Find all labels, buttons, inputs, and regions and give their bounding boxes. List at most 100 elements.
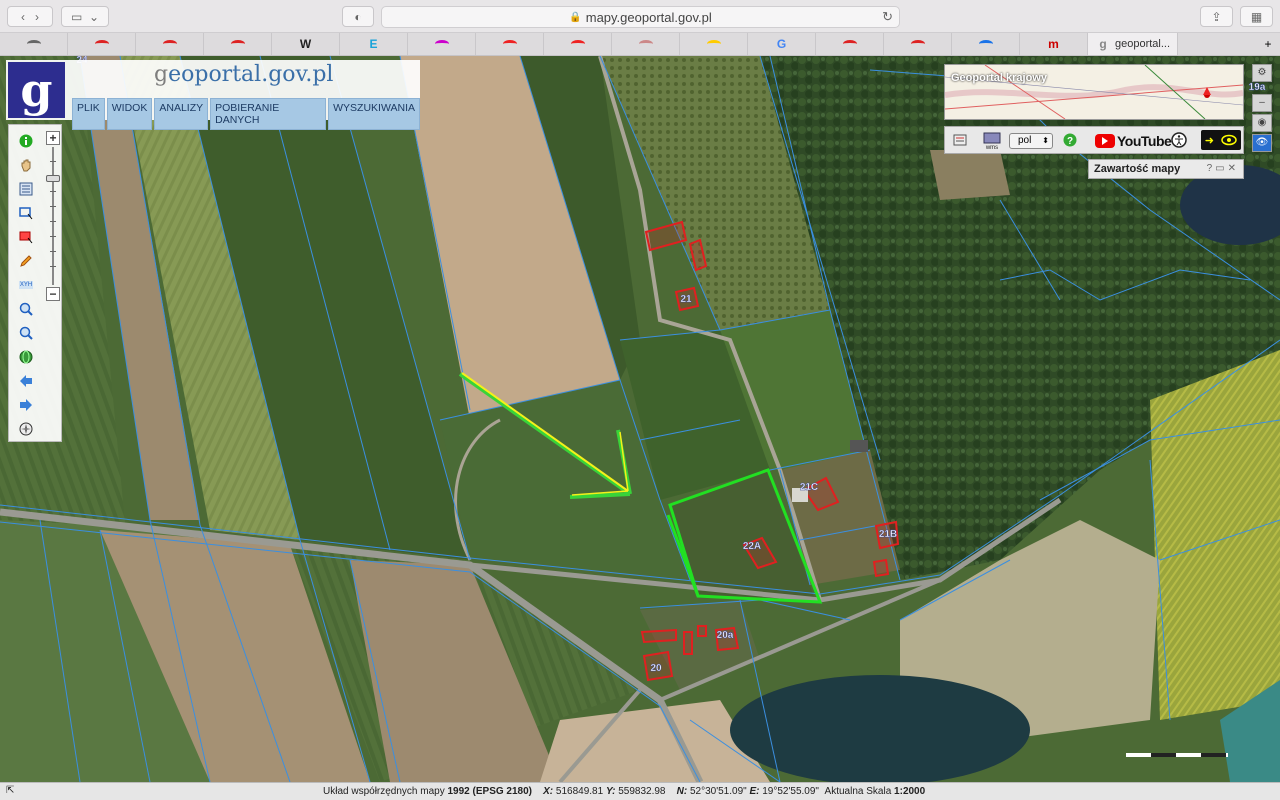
- info-icon[interactable]: [18, 133, 34, 149]
- browser-tab[interactable]: G: [748, 33, 816, 55]
- browser-toolbar: ‹ › ▭ ⌄ ◐ 🔒 mapy.geoportal.gov.pl ↻ ⇪ ▦: [0, 0, 1280, 33]
- layers-icon[interactable]: ⚙: [1252, 64, 1272, 82]
- red-arc-icon: [162, 40, 177, 48]
- visibility-icon[interactable]: 👁: [1252, 134, 1272, 152]
- menu-plik[interactable]: PLIK: [72, 98, 105, 130]
- geoportal-logo[interactable]: g: [8, 62, 65, 118]
- page-icon: [638, 40, 653, 48]
- browser-tab[interactable]: [884, 33, 952, 55]
- red-badge-icon: [502, 40, 517, 48]
- zoom-out-icon[interactable]: [18, 325, 34, 341]
- xyh-coordinates-icon[interactable]: XYH: [18, 277, 34, 293]
- app-header: g geoportal.gov.pl PLIK WIDOK ANALIZY PO…: [6, 60, 420, 130]
- n-value: 52°30'51.09": [689, 786, 747, 797]
- google-icon: G: [776, 37, 787, 51]
- menu-wyszukiwania[interactable]: WYSZUKIWANIA: [328, 98, 420, 130]
- zoom-tick: [50, 161, 56, 162]
- crs-value: 1992 (EPSG 2180): [447, 786, 533, 797]
- zoom-minus-button[interactable]: −: [46, 287, 60, 301]
- browser-tab[interactable]: [612, 33, 680, 55]
- lock-icon: 🔒: [569, 11, 582, 23]
- scale-bar: [1126, 753, 1228, 757]
- arrow-right-icon[interactable]: [18, 397, 34, 413]
- overview-map[interactable]: Geoportal krajowy: [944, 64, 1244, 120]
- hide-icon[interactable]: –: [1252, 94, 1272, 112]
- browser-tab[interactable]: g geoportal...: [1088, 33, 1178, 55]
- red-arc-icon: [94, 40, 109, 48]
- zoom-slider[interactable]: + −: [46, 131, 60, 301]
- browser-tab[interactable]: [136, 33, 204, 55]
- x-label: X:: [543, 786, 554, 797]
- map-content-panel[interactable]: Zawartość mapy ?▭✕: [1088, 159, 1244, 179]
- help-icon[interactable]: ?: [1063, 133, 1077, 152]
- n-label: N:: [676, 786, 688, 797]
- panel-window-buttons[interactable]: ?▭✕: [1207, 160, 1239, 178]
- reload-icon[interactable]: ↻: [882, 9, 893, 25]
- address-label: 21B: [879, 529, 897, 540]
- browser-tab[interactable]: W: [272, 33, 340, 55]
- zoom-thumb[interactable]: [46, 175, 60, 182]
- contrast-toggle[interactable]: ➜: [1201, 130, 1241, 150]
- geoportal-icon: g: [1099, 37, 1107, 51]
- menu-pobieranie-danych[interactable]: POBIERANIE DANYCH: [210, 98, 327, 130]
- sidebar-icon: ▭: [70, 9, 83, 24]
- top-tools-bar: wms pol ⬍ ? YouTube ➜: [944, 126, 1244, 154]
- status-bar: ⇱ Układ współrzędnych mapy 1992 (EPSG 21…: [0, 782, 1280, 800]
- zoom-in-icon[interactable]: [18, 301, 34, 317]
- zoom-tick: [50, 191, 56, 192]
- browser-tab[interactable]: [68, 33, 136, 55]
- menu-analizy[interactable]: ANALIZY: [154, 98, 209, 130]
- new-tab-button[interactable]: +: [1256, 33, 1280, 55]
- zoom-tick: [50, 206, 56, 207]
- url-text: mapy.geoportal.gov.pl: [585, 9, 712, 25]
- red-arc-icon: [230, 40, 245, 48]
- zoom-tick: [50, 266, 56, 267]
- app-title: geoportal.gov.pl: [154, 62, 333, 87]
- select-area-icon[interactable]: [18, 205, 34, 221]
- back-forward-buttons[interactable]: ‹ ›: [7, 6, 53, 27]
- share-icon: ⇪: [1211, 9, 1222, 24]
- legend-icon[interactable]: [18, 181, 34, 197]
- browser-tab[interactable]: m: [1020, 33, 1088, 55]
- menu-widok[interactable]: WIDOK: [106, 98, 153, 130]
- compass-icon[interactable]: [18, 421, 34, 437]
- browser-tab[interactable]: [952, 33, 1020, 55]
- export-icon[interactable]: ⇱: [6, 785, 14, 796]
- shield-icon: ◐: [354, 9, 362, 24]
- address-label: 21C: [800, 482, 818, 493]
- select-red-icon[interactable]: [18, 229, 34, 245]
- url-bar[interactable]: 🔒 mapy.geoportal.gov.pl ↻: [381, 6, 900, 28]
- accessibility-icon[interactable]: [1171, 132, 1187, 153]
- pan-hand-icon[interactable]: [18, 157, 34, 173]
- browser-tab[interactable]: [204, 33, 272, 55]
- zoom-plus-button[interactable]: +: [46, 131, 60, 145]
- browser-tab[interactable]: E: [340, 33, 408, 55]
- print-icon[interactable]: [953, 133, 967, 152]
- browser-tab[interactable]: [544, 33, 612, 55]
- privacy-shield-button[interactable]: ◐: [342, 6, 374, 27]
- browser-tab[interactable]: [408, 33, 476, 55]
- address-label: 22A: [743, 541, 761, 552]
- browser-tab[interactable]: [680, 33, 748, 55]
- share-button[interactable]: ⇪: [1200, 6, 1233, 27]
- browser-tab[interactable]: [816, 33, 884, 55]
- chevron-down-icon: ⌄: [88, 9, 100, 24]
- forward-icon[interactable]: ›: [35, 10, 39, 24]
- e-label: E:: [749, 786, 760, 797]
- language-select[interactable]: pol ⬍: [1009, 133, 1053, 149]
- select-arrows-icon: ⬍: [1042, 136, 1049, 145]
- back-icon[interactable]: ‹: [21, 10, 25, 24]
- tab-overview-button[interactable]: ▦: [1240, 6, 1273, 27]
- youtube-link[interactable]: YouTube: [1095, 133, 1172, 149]
- wikipedia-icon: W: [299, 37, 312, 51]
- arrow-left-icon[interactable]: [18, 373, 34, 389]
- view-icon[interactable]: ◉: [1252, 114, 1272, 132]
- globe-icon[interactable]: [18, 349, 34, 365]
- wms-icon[interactable]: wms: [983, 132, 1001, 155]
- scale-label: Aktualna Skala: [824, 786, 892, 797]
- pencil-icon[interactable]: [18, 253, 34, 269]
- right-side-icons: ⚙ – ◉ 👁: [1252, 64, 1274, 154]
- browser-tab[interactable]: [476, 33, 544, 55]
- browser-tab[interactable]: [0, 33, 68, 55]
- sidebar-button[interactable]: ▭ ⌄: [61, 6, 109, 27]
